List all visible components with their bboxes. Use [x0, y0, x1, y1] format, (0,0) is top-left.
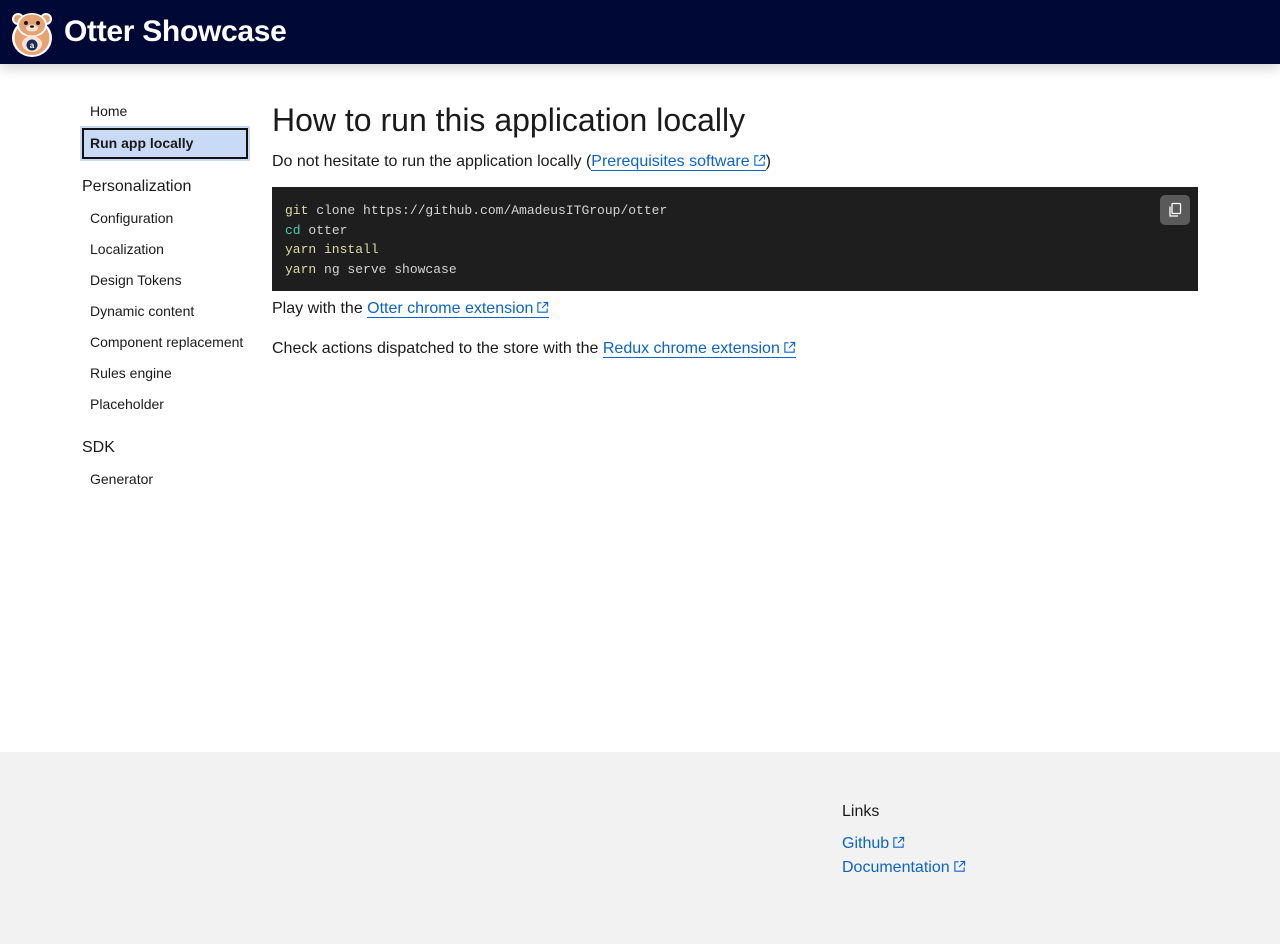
redux-extension-link[interactable]: Redux chrome extension — [602, 340, 796, 358]
footer-link-documentation-label: Documentation — [842, 859, 950, 876]
play-text: Play with the — [272, 300, 368, 317]
check-paragraph: Check actions dispatched to the store wi… — [272, 337, 1198, 361]
footer-links-heading: Links — [842, 803, 880, 820]
sidebar-item-component-replacement[interactable]: Component replacement — [82, 327, 248, 358]
external-link-icon — [893, 836, 905, 848]
code-line: yarn ng serve showcase — [285, 260, 1185, 280]
code-block: git clone https://github.com/AmadeusITGr… — [272, 187, 1198, 291]
footer-link-github[interactable]: Github — [842, 832, 966, 856]
prerequisites-link-label: Prerequisites software — [591, 153, 750, 170]
otter-extension-link-label: Otter chrome extension — [367, 300, 534, 317]
external-link-icon — [537, 301, 549, 313]
page-title: How to run this application locally — [272, 102, 746, 138]
external-link-icon — [953, 860, 965, 872]
svg-text:a: a — [30, 41, 35, 50]
code-args: clone https://github.com/AmadeusITGroup/… — [308, 203, 668, 218]
intro-paragraph: Do not hesitate to run the application l… — [272, 150, 1198, 174]
sidebar-section-personalization: Personalization — [82, 178, 192, 195]
play-paragraph: Play with the Otter chrome extension — [272, 297, 1198, 321]
intro-text: Do not hesitate to run the application l… — [272, 153, 592, 170]
check-text: Check actions dispatched to the store wi… — [272, 340, 603, 357]
sidebar-item-placeholder[interactable]: Placeholder — [82, 389, 248, 420]
code-command: git — [285, 203, 309, 218]
app-title[interactable]: Otter Showcase — [64, 15, 287, 49]
footer: Links Github Documentation — [0, 752, 1280, 944]
sidebar-item-generator[interactable]: Generator — [82, 464, 248, 495]
sidebar-section-sdk: SDK — [82, 439, 115, 456]
top-bar: a Otter Showcase — [0, 0, 1280, 64]
sidebar-item-home[interactable]: Home — [82, 96, 248, 127]
sidebar-item-design-tokens[interactable]: Design Tokens — [82, 265, 248, 296]
copy-icon — [1169, 202, 1182, 217]
code-command: cd — [285, 222, 301, 238]
sidebar-item-rules-engine[interactable]: Rules engine — [82, 358, 248, 389]
redux-extension-link-label: Redux chrome extension — [602, 340, 780, 357]
intro-text-end: ) — [765, 153, 771, 170]
otter-extension-link[interactable]: Otter chrome extension — [367, 300, 550, 318]
code-line: cd otter — [285, 221, 1185, 241]
footer-link-github-label: Github — [842, 835, 890, 852]
main-content: How to run this application locally Do n… — [272, 98, 1198, 361]
sidebar-item-run-app-locally[interactable]: Run app locally — [80, 126, 250, 161]
code-args: otter — [300, 222, 348, 238]
copy-button[interactable] — [1160, 195, 1190, 225]
code-command: yarn — [285, 261, 317, 277]
sidebar-item-dynamic-content[interactable]: Dynamic content — [82, 296, 248, 327]
footer-links-column: Links Github Documentation — [842, 800, 966, 880]
footer-link-documentation[interactable]: Documentation — [842, 856, 966, 880]
code-args: ng serve showcase — [316, 261, 457, 277]
otter-logo-icon[interactable]: a — [8, 6, 56, 58]
sidebar-item-configuration[interactable]: Configuration — [82, 203, 248, 234]
code-command: yarn install — [285, 242, 379, 258]
sidebar-nav: Home Run app locally Personalization Con… — [80, 96, 250, 495]
external-link-icon — [753, 154, 765, 166]
prerequisites-link[interactable]: Prerequisites software — [591, 153, 766, 171]
sidebar-item-localization[interactable]: Localization — [82, 234, 248, 265]
external-link-icon — [784, 341, 796, 353]
code-line: git clone https://github.com/AmadeusITGr… — [285, 201, 1185, 221]
code-line: yarn install — [285, 240, 1185, 260]
